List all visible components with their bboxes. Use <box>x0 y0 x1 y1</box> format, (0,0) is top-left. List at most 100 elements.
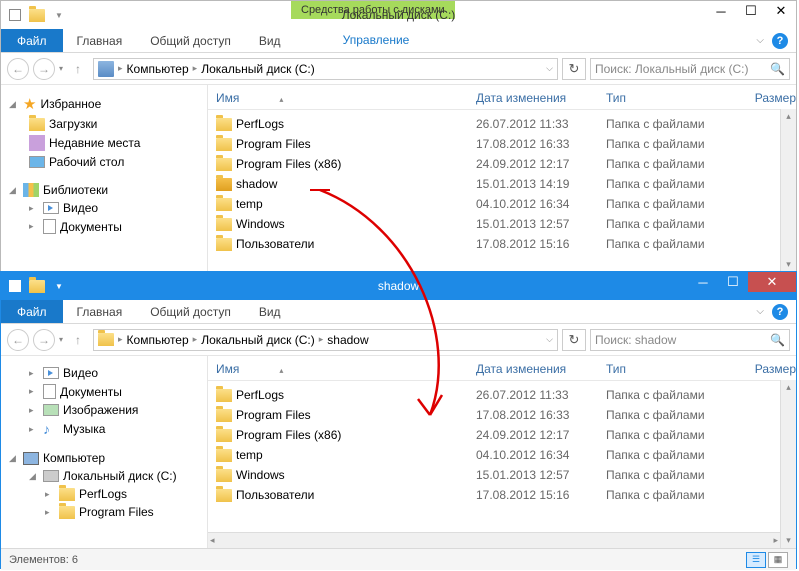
titlebar[interactable]: ▼ shadow ─ ☐ ✕ <box>1 272 796 300</box>
table-row[interactable]: Пользователи17.08.2012 15:16Папка с файл… <box>208 485 796 505</box>
expand-ribbon-icon[interactable]: ⌵ <box>756 306 764 317</box>
tab-manage[interactable]: Управление <box>291 29 461 51</box>
sidebar-downloads[interactable]: Загрузки <box>5 115 203 133</box>
search-icon[interactable]: 🔍 <box>770 333 785 347</box>
breadcrumb-item[interactable]: Локальный диск (C:) <box>201 62 315 76</box>
col-name[interactable]: Имя▴ <box>216 91 476 105</box>
sidebar-folder[interactable]: ▸PerfLogs <box>5 485 203 503</box>
table-row[interactable]: Пользователи17.08.2012 15:16Папка с файл… <box>208 234 796 254</box>
vertical-scrollbar[interactable]: ▴▾ <box>780 109 796 272</box>
sidebar-recent[interactable]: Недавние места <box>5 133 203 153</box>
minimize-button[interactable]: ─ <box>706 1 736 21</box>
address-dropdown-icon[interactable]: ⌵ <box>546 63 553 74</box>
history-dropdown-icon[interactable]: ▾ <box>59 335 63 344</box>
forward-button[interactable]: → <box>33 58 55 80</box>
col-size[interactable]: Размер <box>736 91 796 105</box>
sidebar-pictures[interactable]: ▸Изображения <box>5 401 203 419</box>
search-input[interactable]: Поиск: shadow 🔍 <box>590 329 790 351</box>
tab-share[interactable]: Общий доступ <box>136 29 245 52</box>
icons-view-button[interactable]: ▦ <box>768 552 788 568</box>
document-icon <box>43 384 56 399</box>
tab-view[interactable]: Вид <box>245 29 295 52</box>
breadcrumb-item[interactable]: Компьютер <box>127 62 189 76</box>
up-button[interactable]: ↑ <box>67 58 89 80</box>
table-row[interactable]: PerfLogs26.07.2012 11:33Папка с файлами <box>208 385 796 405</box>
table-row[interactable]: shadow15.01.2013 14:19Папка с файлами <box>208 174 796 194</box>
history-dropdown-icon[interactable]: ▾ <box>59 64 63 73</box>
titlebar[interactable]: ▼ Средства работы с дисками Локальный ди… <box>1 1 796 29</box>
chevron-right-icon[interactable]: ▸ <box>319 334 324 345</box>
tab-home[interactable]: Главная <box>63 29 137 52</box>
table-row[interactable]: Windows15.01.2013 12:57Папка с файлами <box>208 214 796 234</box>
up-button[interactable]: ↑ <box>67 329 89 351</box>
sidebar-documents[interactable]: ▸Документы <box>5 217 203 236</box>
col-type[interactable]: Тип <box>606 362 736 376</box>
sidebar-libraries[interactable]: ◢Библиотеки <box>5 181 203 199</box>
table-row[interactable]: temp04.10.2012 16:34Папка с файлами <box>208 194 796 214</box>
tab-share[interactable]: Общий доступ <box>136 300 245 323</box>
forward-button[interactable]: → <box>33 329 55 351</box>
refresh-button[interactable]: ↻ <box>562 58 586 80</box>
tab-file[interactable]: Файл <box>1 300 63 323</box>
qat-dropdown-icon[interactable]: ▼ <box>51 278 67 294</box>
col-date[interactable]: Дата изменения <box>476 362 606 376</box>
new-folder-icon[interactable] <box>29 7 45 23</box>
search-icon[interactable]: 🔍 <box>770 62 785 76</box>
chevron-right-icon[interactable]: ▸ <box>193 63 198 74</box>
table-row[interactable]: Windows15.01.2013 12:57Папка с файлами <box>208 465 796 485</box>
file-list: Имя▴ Дата изменения Тип Размер PerfLogs2… <box>208 356 796 548</box>
table-row[interactable]: temp04.10.2012 16:34Папка с файлами <box>208 445 796 465</box>
tab-view[interactable]: Вид <box>245 300 295 323</box>
table-row[interactable]: Program Files17.08.2012 16:33Папка с фай… <box>208 405 796 425</box>
chevron-right-icon[interactable]: ▸ <box>118 334 123 345</box>
close-button[interactable]: ✕ <box>766 1 796 21</box>
table-row[interactable]: Program Files (x86)24.09.2012 12:17Папка… <box>208 425 796 445</box>
address-bar[interactable]: ▸ Компьютер ▸ Локальный диск (C:) ⌵ <box>93 58 558 80</box>
tab-file[interactable]: Файл <box>1 29 63 52</box>
file-name: temp <box>236 197 263 211</box>
file-type: Папка с файлами <box>606 237 736 251</box>
col-date[interactable]: Дата изменения <box>476 91 606 105</box>
tab-home[interactable]: Главная <box>63 300 137 323</box>
address-dropdown-icon[interactable]: ⌵ <box>546 334 553 345</box>
chevron-right-icon[interactable]: ▸ <box>193 334 198 345</box>
close-button[interactable]: ✕ <box>748 272 796 292</box>
breadcrumb-item[interactable]: shadow <box>327 333 368 347</box>
sidebar-folder[interactable]: ▸Program Files <box>5 503 203 521</box>
table-row[interactable]: Program Files17.08.2012 16:33Папка с фай… <box>208 134 796 154</box>
properties-icon[interactable] <box>7 7 23 23</box>
table-row[interactable]: Program Files (x86)24.09.2012 12:17Папка… <box>208 154 796 174</box>
minimize-button[interactable]: ─ <box>688 272 718 292</box>
properties-icon[interactable] <box>7 278 23 294</box>
breadcrumb-item[interactable]: Локальный диск (C:) <box>201 333 315 347</box>
vertical-scrollbar[interactable]: ▴▾ <box>780 380 796 548</box>
sidebar-videos[interactable]: ▸Видео <box>5 364 203 382</box>
sidebar-videos[interactable]: ▸Видео <box>5 199 203 217</box>
table-row[interactable]: PerfLogs26.07.2012 11:33Папка с файлами <box>208 114 796 134</box>
help-icon[interactable]: ? <box>772 33 788 49</box>
breadcrumb-item[interactable]: Компьютер <box>127 333 189 347</box>
help-icon[interactable]: ? <box>772 304 788 320</box>
sidebar-documents[interactable]: ▸Документы <box>5 382 203 401</box>
col-type[interactable]: Тип <box>606 91 736 105</box>
horizontal-scrollbar[interactable]: ◂▸ <box>208 532 780 548</box>
qat-dropdown-icon[interactable]: ▼ <box>51 7 67 23</box>
sidebar-favorites[interactable]: ◢★Избранное <box>5 93 203 115</box>
refresh-button[interactable]: ↻ <box>562 329 586 351</box>
sidebar-computer[interactable]: ◢Компьютер <box>5 449 203 467</box>
chevron-right-icon[interactable]: ▸ <box>118 63 123 74</box>
sidebar-drive-c[interactable]: ◢Локальный диск (C:) <box>5 467 203 485</box>
expand-ribbon-icon[interactable]: ⌵ <box>756 35 764 46</box>
sidebar-music[interactable]: ▸♪Музыка <box>5 419 203 439</box>
col-size[interactable]: Размер <box>736 362 796 376</box>
search-input[interactable]: Поиск: Локальный диск (C:) 🔍 <box>590 58 790 80</box>
address-bar[interactable]: ▸ Компьютер ▸ Локальный диск (C:) ▸ shad… <box>93 329 558 351</box>
col-name[interactable]: Имя▴ <box>216 362 476 376</box>
new-folder-icon[interactable] <box>29 278 45 294</box>
back-button[interactable]: ← <box>7 329 29 351</box>
maximize-button[interactable]: ☐ <box>736 1 766 21</box>
maximize-button[interactable]: ☐ <box>718 272 748 292</box>
sidebar-desktop[interactable]: Рабочий стол <box>5 153 203 171</box>
details-view-button[interactable]: ☰ <box>746 552 766 568</box>
back-button[interactable]: ← <box>7 58 29 80</box>
